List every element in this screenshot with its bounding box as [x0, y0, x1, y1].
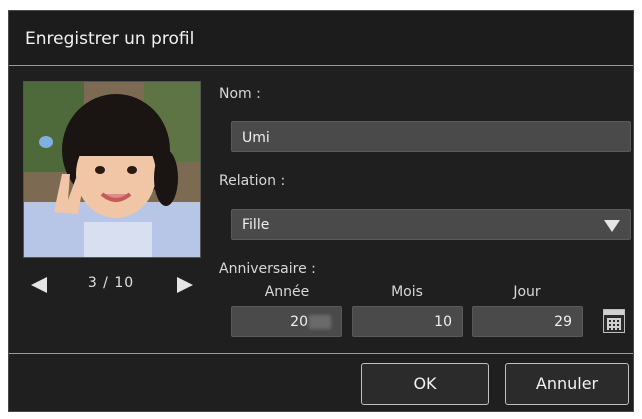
photo-counter: 3 / 10	[87, 275, 135, 291]
profile-photo-image	[24, 82, 200, 257]
calendar-icon[interactable]	[603, 309, 625, 333]
previous-arrow-icon[interactable]	[31, 277, 47, 293]
footer-divider	[9, 353, 633, 354]
relation-label: Relation :	[219, 173, 286, 189]
calendar-icon-grid	[607, 318, 621, 330]
relation-select[interactable]: Fille	[231, 209, 631, 240]
name-label: Nom :	[219, 86, 261, 102]
calendar-icon-header	[604, 310, 624, 315]
birthday-label: Anniversaire :	[219, 261, 316, 277]
day-field[interactable]: 29	[472, 306, 583, 337]
title-bar: Enregistrer un profil	[9, 11, 633, 66]
ok-button[interactable]: OK	[361, 363, 489, 405]
year-field[interactable]: 20	[231, 306, 342, 337]
month-header: Mois	[391, 284, 423, 300]
dialog-title: Enregistrer un profil	[25, 29, 195, 49]
cancel-button[interactable]: Annuler	[505, 363, 629, 405]
next-arrow-icon[interactable]	[177, 277, 193, 293]
profile-photo	[23, 81, 201, 258]
relation-value: Fille	[242, 217, 270, 233]
year-header: Année	[264, 284, 310, 300]
year-value: 20	[290, 314, 308, 330]
day-header: Jour	[513, 284, 541, 300]
redacted-digits	[309, 315, 331, 329]
month-field[interactable]: 10	[352, 306, 463, 337]
name-input[interactable]: Umi	[231, 121, 631, 152]
dropdown-arrow-icon	[604, 220, 620, 232]
profile-dialog: Enregistrer un profil 3 / 10 Nom : Umi R…	[8, 10, 634, 412]
photo-navigation: 3 / 10	[23, 273, 201, 297]
